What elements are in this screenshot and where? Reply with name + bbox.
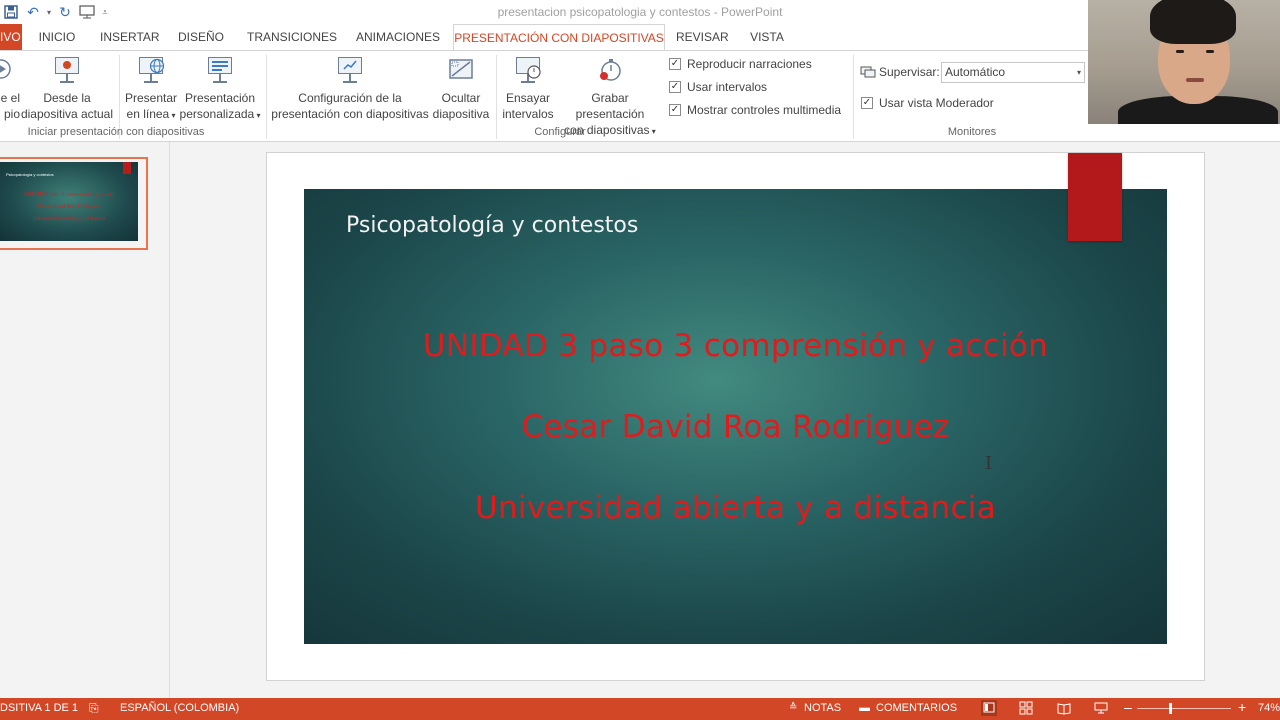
checkbox-use-timings[interactable]: ✓ Usar intervalos [669,78,767,96]
tab-home[interactable]: INICIO [36,24,78,50]
zoom-slider[interactable] [1137,708,1231,709]
checkbox-box[interactable]: ✓ [669,104,681,116]
slide-accent-tab [1068,153,1122,241]
notes-button[interactable]: NOTAS [804,702,841,714]
slide-title[interactable]: Psicopatología y contestos [346,213,638,238]
hide-line1: Ocultar [441,91,481,105]
rehearse-line1: Ensayar [505,91,551,105]
setup-line2: presentación con diapositivas [271,107,429,121]
checkbox-label: Usar intervalos [687,80,768,94]
checkbox-box[interactable]: ✓ [861,97,873,109]
slide[interactable]: Psicopatología y contestos UNIDAD 3 paso… [304,189,1167,644]
monitor-select[interactable]: Automático ▾ [941,62,1085,83]
globe-screen-icon [136,55,166,85]
tab-slide-show[interactable]: PRESENTACIÓN CON DIAPOSITIVAS [453,24,665,51]
webcam-eye [1206,50,1214,53]
hide-slide-button[interactable]: Ocultar diapositiva [430,53,492,125]
checkbox-presenter-view[interactable]: ✓ Usar vista Moderador [861,94,994,112]
checkbox-box[interactable]: ✓ [669,81,681,93]
from-current-line2: diapositiva actual [20,107,114,121]
from-beginning-line2: pio [3,107,20,121]
tab-animations[interactable]: ANIMACIONES [355,24,441,50]
zoom-slider-handle[interactable] [1169,703,1172,714]
slide-counter: DSITIVA 1 DE 1 [0,702,79,714]
hide-slide-icon [446,55,476,85]
notes-icon[interactable]: ≙ [789,702,797,713]
custom-show-icon [205,55,235,85]
comments-icon[interactable]: ▬ [859,702,870,714]
present-online-button[interactable]: Presentar en línea ▾ [122,53,180,125]
monitor-icon [860,66,876,78]
monitor-select-value: Automático [945,65,1006,79]
thumbnail-accent-tab [123,162,131,174]
record-line1: Grabar presentación [575,91,645,121]
normal-view-icon[interactable] [981,700,997,716]
slide-line-unit[interactable]: UNIDAD 3 paso 3 comprensión y acción [304,328,1167,364]
record-slide-show-button[interactable]: Grabar presentación con diapositivas ▾ [556,53,664,137]
custom-slide-show-button[interactable]: Presentación personalizada ▾ [178,53,262,125]
hide-line2: diapositiva [432,107,490,121]
comments-button[interactable]: COMENTARIOS [876,702,957,714]
from-current-slide-button[interactable]: Desde la diapositiva actual [19,53,115,125]
status-bar: DSITIVA 1 DE 1 ⎘ ESPAÑOL (COLOMBIA) ≙ NO… [0,698,1280,720]
language-indicator[interactable]: ESPAÑOL (COLOMBIA) [120,702,239,714]
checkbox-play-narrations[interactable]: ✓ Reproducir narraciones [669,55,812,73]
custom-show-line1: Presentación [184,91,256,105]
webcam-hair [1150,0,1236,44]
monitor-label: Supervisar: [860,63,940,81]
monitor-label-text: Supervisar: [879,65,940,79]
zoom-in-button[interactable]: + [1238,699,1246,715]
thumbnail-line-2: Cesar David Roa Rodriguez [37,204,101,210]
slide-thumbnail-1[interactable]: Psicopatología y contestos UNIDAD 3 paso… [0,162,138,241]
zoom-out-button[interactable]: – [1124,699,1132,715]
checkbox-label: Reproducir narraciones [687,57,812,71]
spelling-check-icon[interactable]: ⎘ [89,701,99,716]
slide-line-university[interactable]: Universidad abierta y a distancia [304,490,1167,526]
setup-slide-show-button[interactable]: Configuración de la presentación con dia… [271,53,429,125]
checkbox-show-media-controls[interactable]: ✓ Mostrar controles multimedia [669,101,841,119]
reading-view-icon[interactable] [1057,701,1071,718]
tab-file[interactable]: IVO [0,24,22,50]
presentation-screen-icon [52,55,82,85]
slideshow-start-icon [0,55,18,85]
slideshow-view-icon[interactable] [1094,701,1108,718]
tab-design[interactable]: DISEÑO [178,24,224,50]
rehearse-line2: intervalos [502,107,554,121]
tab-view[interactable]: VISTA [749,24,785,50]
setup-line1: Configuración de la [298,91,402,105]
tab-review[interactable]: REVISAR [676,24,729,50]
record-stopwatch-icon [595,55,625,85]
stopwatch-screen-icon [513,55,543,85]
slide-thumbnail-pane: Psicopatología y contestos UNIDAD 3 paso… [0,142,170,698]
custom-show-line2: personalizada [179,107,255,121]
slide-line-author[interactable]: Cesar David Roa Rodriguez [304,409,1167,445]
setup-slideshow-icon [335,55,365,85]
checkbox-label: Usar vista Moderador [879,96,994,110]
present-online-line2: en línea [126,107,170,121]
webcam-overlay [1088,0,1280,124]
slide-sorter-icon[interactable] [1019,701,1033,718]
checkbox-label: Mostrar controles multimedia [687,103,842,117]
thumbnail-line-1: UNIDAD 3 paso 3 comprensión y acción [24,192,114,198]
from-current-line1: Desde la [43,91,91,105]
from-beginning-line1: e el [0,91,20,105]
text-cursor-icon: I [985,453,993,474]
rehearse-timings-button[interactable]: Ensayar intervalos [500,53,556,125]
group-label-monitors: Monitores [947,126,997,138]
checkbox-box[interactable]: ✓ [669,58,681,70]
from-beginning-button[interactable]: e el pio [0,53,20,125]
group-label-configure: Configurar [534,126,586,138]
webcam-eye [1176,50,1184,53]
tab-insert[interactable]: INSERTAR [100,24,160,50]
zoom-level[interactable]: 74% [1258,702,1280,714]
group-label-start-slideshow: Iniciar presentación con diapositivas [27,126,205,138]
tab-transitions[interactable]: TRANSICIONES [247,24,337,50]
chevron-down-icon[interactable]: ▾ [1077,63,1081,82]
thumbnail-title: Psicopatología y contestos [6,172,54,177]
thumbnail-line-3: Universidad abierta y a distancia [32,216,106,222]
present-online-line1: Presentar [124,91,178,105]
webcam-mouth [1186,78,1204,82]
